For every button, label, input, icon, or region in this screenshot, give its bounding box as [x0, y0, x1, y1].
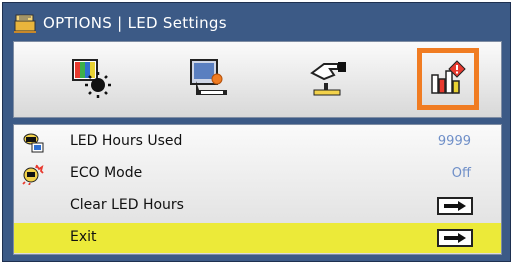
menu-item-label: Clear LED Hours	[70, 197, 184, 213]
tab-display[interactable]	[178, 48, 240, 110]
options-folder-icon	[14, 14, 36, 33]
arrow-right-icon	[444, 233, 466, 243]
led-hours-icon	[23, 133, 44, 153]
tab-options[interactable]	[417, 48, 479, 110]
exit-enter-button[interactable]	[437, 229, 473, 247]
display-screen-icon	[190, 59, 227, 95]
tab-setup[interactable]	[297, 48, 359, 110]
menu-item-label: Exit	[70, 229, 97, 245]
menu-item-exit[interactable]: Exit	[14, 223, 501, 253]
eco-mode-icon	[22, 164, 44, 185]
tab-picture[interactable]	[61, 48, 123, 110]
clear-led-hours-enter-button[interactable]	[437, 197, 473, 215]
menu-item-label: LED Hours Used	[70, 133, 183, 149]
options-chart-icon	[431, 60, 466, 94]
title-bar: OPTIONS | LED Settings	[13, 11, 227, 35]
page-title: OPTIONS | LED Settings	[43, 14, 227, 32]
arrow-right-icon	[444, 201, 466, 211]
menu-item-led-hours-used[interactable]: LED Hours Used 9999	[14, 127, 501, 157]
settings-menu: LED Hours Used 9999 ECO Mode Off Clear L…	[13, 124, 502, 255]
icon-tab-bar	[13, 41, 502, 118]
menu-item-value: Off	[451, 166, 471, 181]
menu-item-clear-led-hours[interactable]: Clear LED Hours	[14, 191, 501, 221]
osd-window: OPTIONS | LED Settings LED Hours Used 99…	[2, 2, 511, 262]
menu-item-label: ECO Mode	[70, 165, 143, 181]
menu-item-value: 9999	[437, 134, 471, 149]
menu-item-eco-mode[interactable]: ECO Mode Off	[14, 159, 501, 189]
picture-brightness-icon	[72, 59, 111, 98]
setup-hand-icon	[310, 62, 346, 96]
